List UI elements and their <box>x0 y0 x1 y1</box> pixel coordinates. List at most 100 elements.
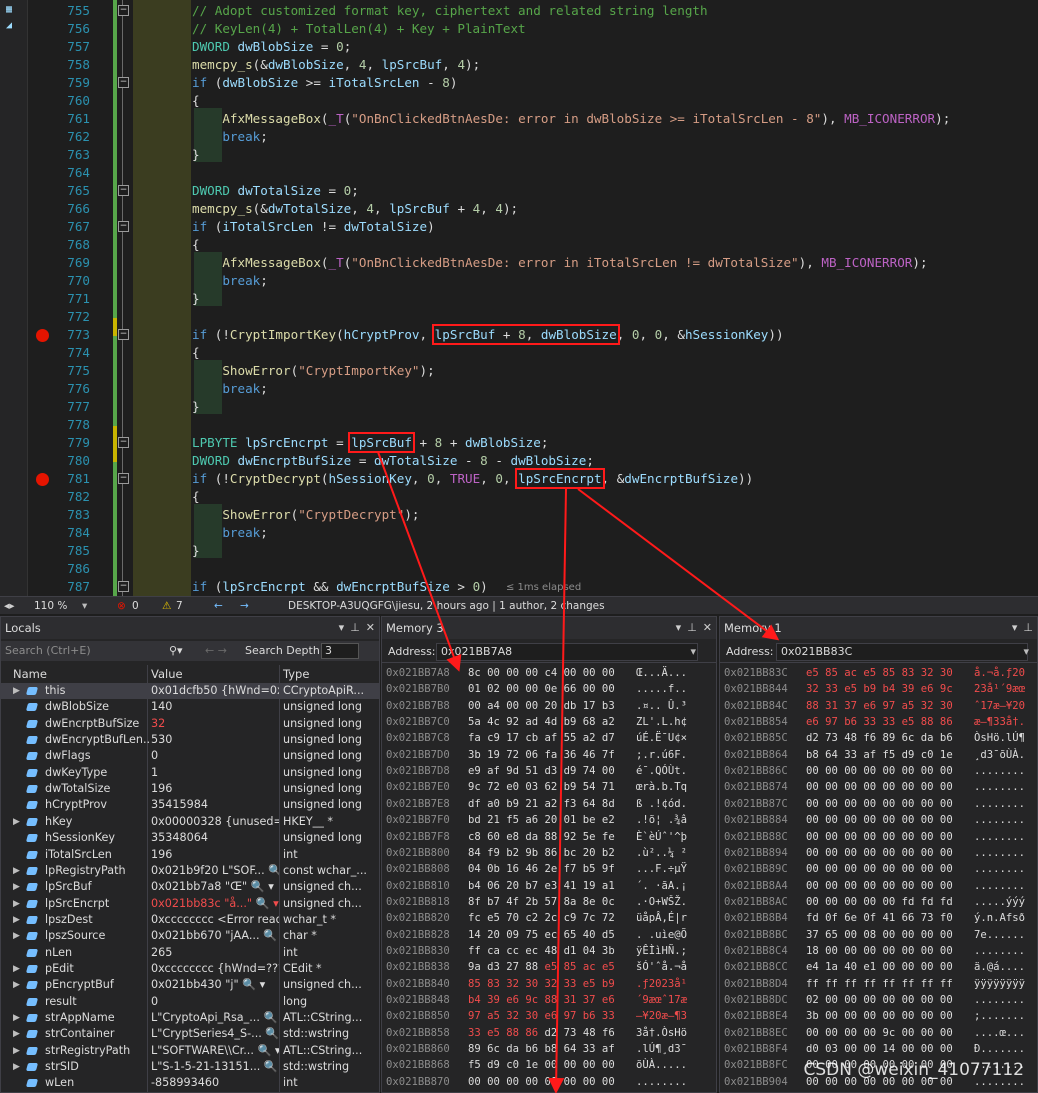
locals-row[interactable]: dwBlobSize 140 unsigned long <box>1 699 379 715</box>
memory-hex[interactable]: e4 1a 40 e1 00 00 00 00 <box>806 959 953 975</box>
nav-arrows-icon[interactable]: ← → <box>205 641 227 661</box>
expand-arrow-icon[interactable]: ▶ <box>13 1043 20 1059</box>
memory-hex[interactable]: ff ca cc ec 48 d1 04 3b <box>468 943 615 959</box>
locals-search-bar[interactable]: Search (Ctrl+E) ⚲▾ ← → Search Depth: 3 <box>1 641 379 661</box>
variable-value[interactable]: 530 <box>151 732 279 748</box>
expand-arrow-icon[interactable]: ▶ <box>13 961 20 977</box>
memory-ascii[interactable]: ........ <box>974 763 1025 779</box>
dropdown-icon[interactable]: ▾ <box>339 621 345 634</box>
memory-hex[interactable]: c8 60 e8 da 88 92 5e fe <box>468 829 615 845</box>
memory-hex[interactable]: 00 00 00 00 9c 00 00 00 <box>806 1025 953 1041</box>
locals-row[interactable]: ▶ lpRegistryPath 0x021b9f20 L"SOF... 🔍 ▾ co… <box>1 863 379 879</box>
locals-row[interactable]: nLen 265 int <box>1 945 379 961</box>
code-line[interactable]: 759 − if (dwBlobSize >= iTotalSrcLen - 8) <box>0 74 1038 92</box>
expand-arrow-icon[interactable]: ▶ <box>13 896 20 912</box>
memory-hex[interactable]: 84 f9 b2 9b 86 bc 20 b2 <box>468 845 615 861</box>
memory-hex[interactable]: 00 00 00 00 00 00 00 00 <box>806 845 953 861</box>
code-line[interactable]: 786 <box>0 560 1038 578</box>
locals-row[interactable]: dwTotalSize 196 unsigned long <box>1 781 379 797</box>
code-line[interactable]: 767 − if (iTotalSrcLen != dwTotalSize) <box>0 218 1038 236</box>
memory-hex[interactable]: 89 6c da b6 b8 64 33 af <box>468 1041 615 1057</box>
memory-ascii[interactable]: ä.@á.... <box>974 959 1025 975</box>
memory-ascii[interactable]: ........ <box>974 829 1025 845</box>
address-dropdown-icon[interactable]: ▾ <box>690 641 696 663</box>
close-icon[interactable]: ✕ <box>366 621 375 634</box>
code-line[interactable]: 779 − LPBYTE lpSrcEncrpt = lpSrcBuf + 8 + … <box>0 432 1038 453</box>
expand-arrow-icon[interactable]: ▶ <box>13 683 20 699</box>
code-line[interactable]: 760 { <box>0 92 1038 110</box>
memory-hex[interactable]: b4 39 e6 9c 88 31 37 e6 <box>468 992 615 1008</box>
memory-ascii[interactable]: ...F.÷µŸ <box>636 861 687 877</box>
variable-value[interactable]: 0x00000328 {unused=?... <box>151 814 279 830</box>
locals-row[interactable]: dwKeyType 1 unsigned long <box>1 765 379 781</box>
address-dropdown-icon[interactable]: ▾ <box>1023 641 1029 663</box>
code-line[interactable]: 762 break; <box>0 128 1038 146</box>
memory-hex[interactable]: 32 33 e5 b9 b4 39 e6 9c <box>806 681 953 697</box>
memory-ascii[interactable]: æ—¶33å†. <box>974 714 1025 730</box>
memory-hex[interactable]: d0 03 00 00 14 00 00 00 <box>806 1041 953 1057</box>
memory-ascii[interactable]: —¥20æ—¶3 <box>636 1008 687 1024</box>
memory-hex[interactable]: 3b 00 00 00 00 00 00 00 <box>806 1008 953 1024</box>
variable-value[interactable]: 0xcccccccc {hWnd=???} <box>151 961 279 977</box>
variable-value[interactable]: 140 <box>151 699 279 715</box>
error-count[interactable]: 0 <box>132 597 139 615</box>
expand-arrow-icon[interactable]: ▶ <box>13 814 20 830</box>
memory-hex[interactable]: 8c 00 00 00 c4 00 00 00 <box>468 665 615 681</box>
memory-ascii[interactable]: ........ <box>636 1074 687 1090</box>
breakpoint-icon[interactable] <box>36 329 49 342</box>
memory-hex[interactable]: bd 21 f5 a6 20 01 be e2 <box>468 812 615 828</box>
memory-ascii[interactable]: ZL'.L.h¢ <box>636 714 687 730</box>
expand-arrow-icon[interactable]: ▶ <box>13 1026 20 1042</box>
column-header-name[interactable]: Name <box>13 665 47 683</box>
memory-hex[interactable]: 88 31 37 e6 97 a5 32 30 <box>806 698 953 714</box>
locals-row[interactable]: ▶ strAppName L"CryptoApi_Rsa_... 🔍 ▾ ATL::C… <box>1 1010 379 1026</box>
memory-ascii[interactable]: ........ <box>974 779 1025 795</box>
memory-hex[interactable]: d2 73 48 f6 89 6c da b6 <box>806 730 953 746</box>
memory-hex[interactable]: e6 97 b6 33 33 e5 88 86 <box>806 714 953 730</box>
code-line[interactable]: 780 DWORD dwEncrptBufSize = dwTotalSize -… <box>0 452 1038 470</box>
variable-value[interactable]: 0x021bb430 "j" 🔍 ▾ <box>151 977 279 993</box>
search-depth-select[interactable]: 3 <box>321 643 359 659</box>
memory-hex[interactable]: 00 00 00 00 00 00 00 00 <box>806 779 953 795</box>
memory-ascii[interactable]: ;.r.ú6F. <box>636 747 687 763</box>
memory-hex[interactable]: 02 00 00 00 00 00 00 00 <box>806 992 953 1008</box>
fold-toggle-icon[interactable]: − <box>118 5 129 16</box>
variable-value[interactable]: 0x021b9f20 L"SOF... 🔍 ▾ <box>151 863 279 879</box>
memory-hex[interactable]: e9 af 9d 51 d3 d9 74 00 <box>468 763 615 779</box>
memory-ascii[interactable]: šÓ'ˆå.¬å <box>636 959 687 975</box>
memory-ascii[interactable]: .ƒ2023å¹ <box>636 976 687 992</box>
code-line[interactable]: 785} <box>0 542 1038 560</box>
memory-ascii[interactable]: .¤.. Û.³ <box>636 698 687 714</box>
memory-hex[interactable]: 00 00 00 00 00 00 00 00 <box>806 829 953 845</box>
variable-value[interactable]: 265 <box>151 945 279 961</box>
code-line[interactable]: 783 ShowError("CryptDecrypt"); <box>0 506 1038 524</box>
memory-ascii[interactable]: ;....... <box>974 1008 1025 1024</box>
locals-row[interactable]: ▶ lpszDest 0xcccccccc <Error read... wchar_… <box>1 912 379 928</box>
variable-value[interactable]: 0xcccccccc <Error read... <box>151 912 279 928</box>
expand-arrow-icon[interactable]: ▶ <box>13 977 20 993</box>
locals-row[interactable]: hCryptProv 35415984 unsigned long <box>1 797 379 813</box>
back-arrow-icon[interactable]: ← <box>214 597 223 615</box>
fold-toggle-icon[interactable]: − <box>118 581 129 592</box>
variable-value[interactable]: 0 <box>151 748 279 764</box>
code-line[interactable]: 781 − if (!CryptDecrypt(hSessionKey, 0, TR… <box>0 468 1038 489</box>
fold-toggle-icon[interactable]: − <box>118 221 129 232</box>
variable-value[interactable]: 0 <box>151 994 279 1010</box>
memory-hex[interactable]: f5 d9 c0 1e 00 00 00 00 <box>468 1057 615 1073</box>
memory-hex[interactable]: 00 00 00 00 00 00 00 00 <box>806 812 953 828</box>
code-editor[interactable]: ▦ ◢ 755−// Adopt customized format key, … <box>0 0 1038 596</box>
memory-hex[interactable]: 00 00 00 00 00 00 00 00 <box>806 796 953 812</box>
fold-toggle-icon[interactable]: − <box>118 329 129 340</box>
code-line[interactable]: 756 // KeyLen(4) + TotalLen(4) + Key + Pl… <box>0 20 1038 38</box>
locals-row[interactable]: iTotalSrcLen 196 int <box>1 847 379 863</box>
memory-hex[interactable]: 00 00 00 00 00 00 00 00 <box>806 861 953 877</box>
locals-row[interactable]: ▶ lpSrcEncrpt 0x021bb83c "å..." 🔍 ▾ unsigne… <box>1 896 379 912</box>
variable-value[interactable]: 0x021bb7a8 "Œ" 🔍 ▾ <box>151 879 279 895</box>
memory-ascii[interactable]: ........ <box>974 943 1025 959</box>
variable-value[interactable]: L"S-1-5-21-13151... 🔍 ▾ <box>151 1059 279 1075</box>
code-line[interactable]: 755 − // Adopt customized format key, ciph… <box>0 2 1038 20</box>
code-line[interactable]: 758 memcpy_s(&dwBlobSize, 4, lpSrcBuf, 4)… <box>0 56 1038 74</box>
memory-ascii[interactable]: ÒsHö.lÚ¶ <box>974 730 1025 746</box>
memory-hex[interactable]: 00 a4 00 00 20 db 17 b3 <box>468 698 615 714</box>
variable-value[interactable]: 0x01dcfb50 {hWnd=0x... <box>151 683 279 699</box>
